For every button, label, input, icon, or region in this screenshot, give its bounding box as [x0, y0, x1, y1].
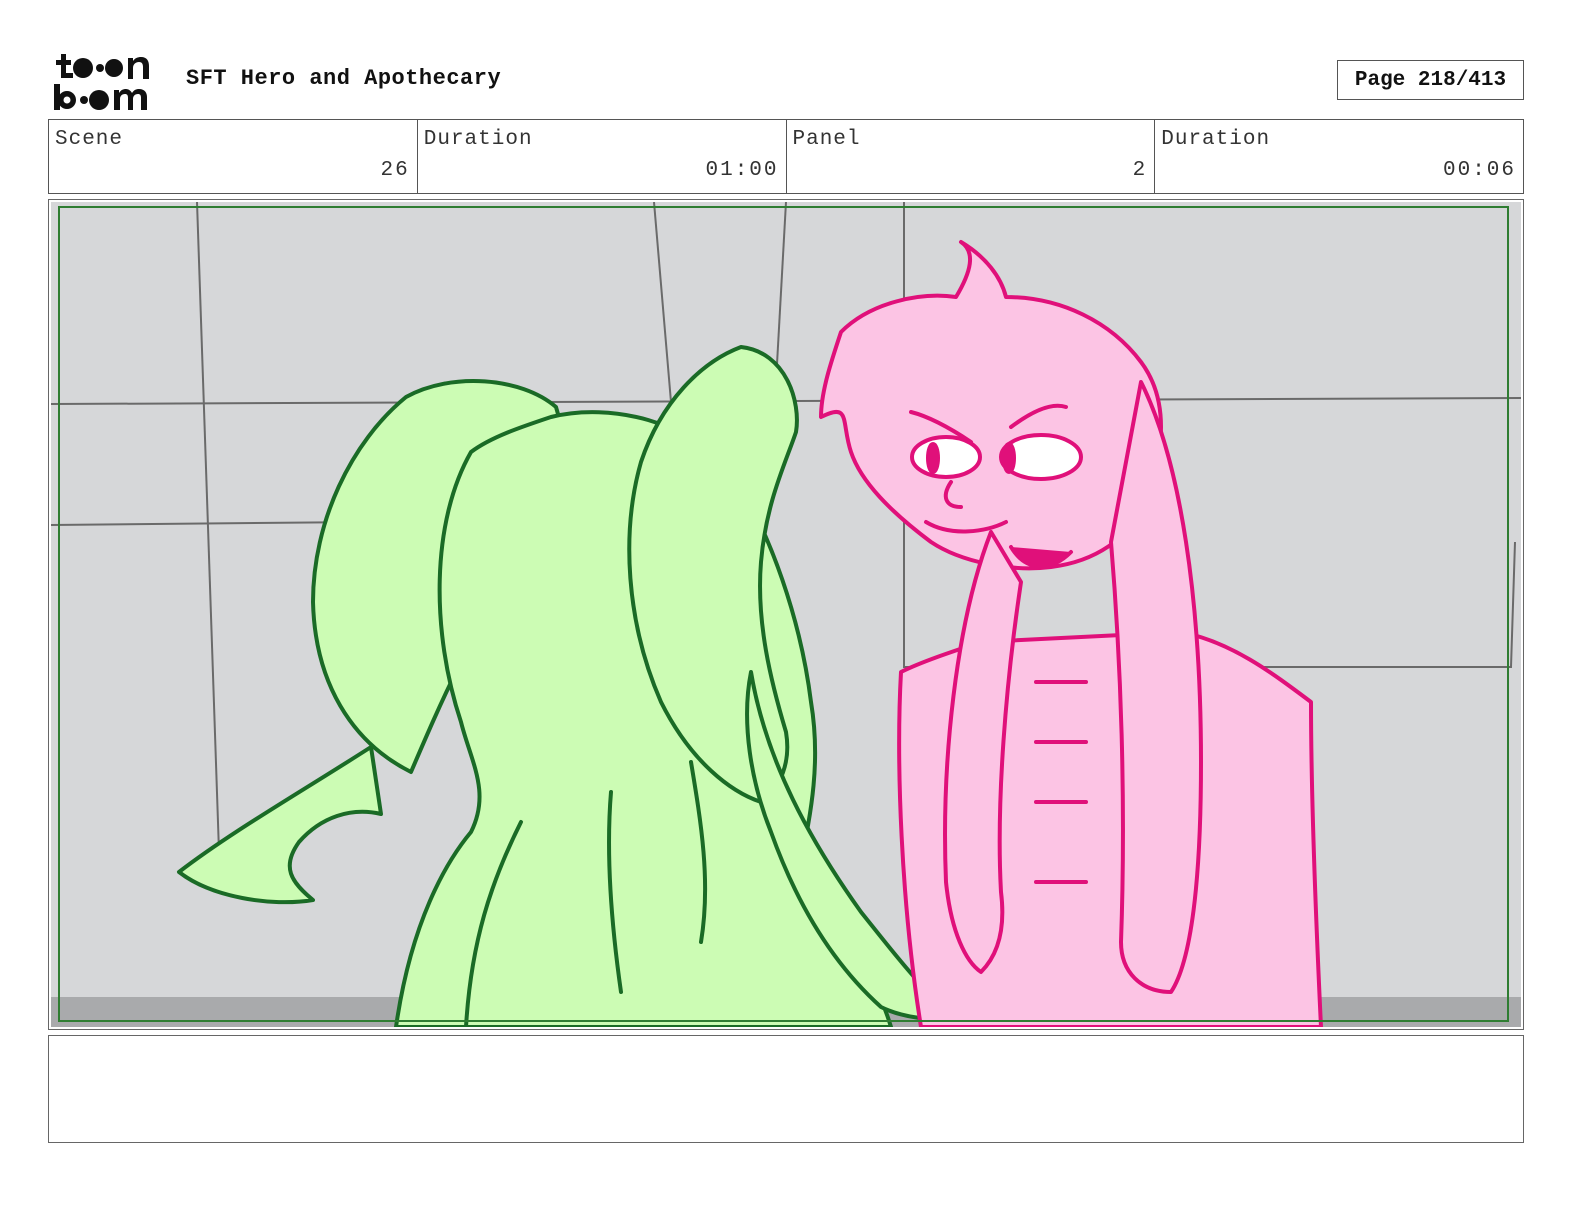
page-indicator: Page 218/413	[1337, 60, 1524, 100]
scene-duration-value: 01:00	[705, 159, 779, 182]
panel-value: 2	[1132, 159, 1148, 182]
scene-duration-cell: Duration 01:00	[418, 120, 787, 193]
scene-info-bar: Scene 26 Duration 01:00 Panel 2 Duration…	[48, 119, 1524, 194]
toon-boom-logo-icon	[54, 54, 149, 110]
panel-notes-box	[48, 1035, 1524, 1143]
project-title: SFT Hero and Apothecary	[186, 66, 502, 91]
scene-duration-label: Duration	[423, 128, 533, 151]
panel-duration-cell: Duration 00:06	[1155, 120, 1523, 193]
storyboard-panel-drawing	[51, 202, 1521, 1027]
scene-value: 26	[380, 159, 410, 182]
panel-cell: Panel 2	[787, 120, 1156, 193]
panel-duration-value: 00:06	[1442, 159, 1516, 182]
scene-label: Scene	[55, 128, 124, 151]
scene-cell: Scene 26	[49, 120, 418, 193]
panel-label: Panel	[792, 128, 861, 151]
panel-duration-label: Duration	[1161, 128, 1271, 151]
